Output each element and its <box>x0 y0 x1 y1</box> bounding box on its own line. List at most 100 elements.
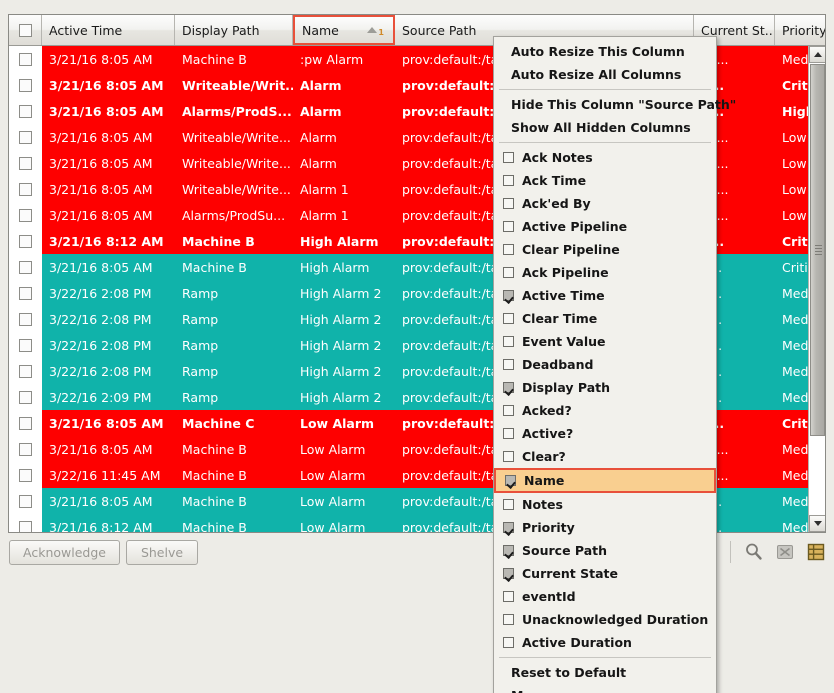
row-checkbox[interactable] <box>19 287 32 300</box>
search-icon[interactable] <box>743 541 765 563</box>
menu-item[interactable]: Current State <box>494 562 716 585</box>
menu-item[interactable]: Active Duration <box>494 631 716 654</box>
checkbox-unchecked-icon[interactable] <box>503 244 514 255</box>
menu-item[interactable]: Clear Time <box>494 307 716 330</box>
row-checkbox[interactable] <box>19 53 32 66</box>
row-checkbox[interactable] <box>19 131 32 144</box>
menu-item[interactable]: Priority <box>494 516 716 539</box>
row-select-cell[interactable] <box>9 72 42 98</box>
row-select-cell[interactable] <box>9 514 42 532</box>
menu-item[interactable]: Source Path <box>494 539 716 562</box>
checkbox-unchecked-icon[interactable] <box>503 359 514 370</box>
row-checkbox[interactable] <box>19 443 32 456</box>
menu-item[interactable]: Clear? <box>494 445 716 468</box>
checkbox-checked-icon[interactable] <box>503 382 514 393</box>
menu-item[interactable]: Active Time <box>494 284 716 307</box>
menu-item[interactable]: Reset to Default <box>494 661 716 684</box>
menu-item[interactable]: Ack Pipeline <box>494 261 716 284</box>
row-checkbox[interactable] <box>19 469 32 482</box>
vertical-scrollbar[interactable] <box>808 46 825 532</box>
row-checkbox[interactable] <box>19 339 32 352</box>
column-header-active-time[interactable]: Active Time <box>42 15 175 45</box>
row-select-cell[interactable] <box>9 384 42 410</box>
scroll-down-button[interactable] <box>809 515 826 532</box>
menu-item[interactable]: Ack Notes <box>494 146 716 169</box>
menu-item[interactable]: Deadband <box>494 353 716 376</box>
row-checkbox[interactable] <box>19 391 32 404</box>
scrollbar-thumb[interactable] <box>810 64 825 436</box>
checkbox-checked-icon[interactable] <box>503 522 514 533</box>
menu-item[interactable]: Hide This Column "Source Path" <box>494 93 716 116</box>
row-checkbox[interactable] <box>19 183 32 196</box>
checkbox-unchecked-icon[interactable] <box>503 451 514 462</box>
checkbox-unchecked-icon[interactable] <box>503 614 514 625</box>
row-select-cell[interactable] <box>9 332 42 358</box>
menu-item[interactable]: Ack Time <box>494 169 716 192</box>
column-header-name[interactable]: Name1 <box>293 15 395 45</box>
row-checkbox[interactable] <box>19 105 32 118</box>
row-checkbox[interactable] <box>19 365 32 378</box>
row-checkbox[interactable] <box>19 209 32 222</box>
checkbox-unchecked-icon[interactable] <box>503 591 514 602</box>
checkbox-unchecked-icon[interactable] <box>503 267 514 278</box>
scrollbar-track[interactable] <box>809 63 826 515</box>
row-select-cell[interactable] <box>9 306 42 332</box>
acknowledge-button[interactable]: Acknowledge <box>9 540 120 565</box>
menu-item[interactable]: Active? <box>494 422 716 445</box>
row-select-cell[interactable] <box>9 98 42 124</box>
checkbox-unchecked-icon[interactable] <box>503 499 514 510</box>
select-all-checkbox[interactable] <box>19 24 32 37</box>
menu-item[interactable]: Unacknowledged Duration <box>494 608 716 631</box>
checkbox-unchecked-icon[interactable] <box>503 152 514 163</box>
checkbox-unchecked-icon[interactable] <box>503 313 514 324</box>
checkbox-checked-icon[interactable] <box>505 475 516 486</box>
checkbox-checked-icon[interactable] <box>503 290 514 301</box>
row-select-cell[interactable] <box>9 228 42 254</box>
row-select-cell[interactable] <box>9 410 42 436</box>
menu-item[interactable]: Acked? <box>494 399 716 422</box>
row-checkbox[interactable] <box>19 521 32 533</box>
checkbox-unchecked-icon[interactable] <box>503 428 514 439</box>
checkbox-checked-icon[interactable] <box>503 545 514 556</box>
shelve-button[interactable]: Shelve <box>126 540 198 565</box>
checkbox-unchecked-icon[interactable] <box>503 405 514 416</box>
row-select-cell[interactable] <box>9 202 42 228</box>
menu-item[interactable]: Name <box>494 468 716 493</box>
checkbox-checked-icon[interactable] <box>503 568 514 579</box>
row-checkbox[interactable] <box>19 235 32 248</box>
menu-item[interactable]: Auto Resize This Column <box>494 40 716 63</box>
filter-disabled-icon[interactable] <box>774 541 796 563</box>
menu-item[interactable]: Event Value <box>494 330 716 353</box>
menu-item[interactable]: Ack'ed By <box>494 192 716 215</box>
row-select-cell[interactable] <box>9 46 42 72</box>
row-checkbox[interactable] <box>19 313 32 326</box>
row-select-cell[interactable] <box>9 150 42 176</box>
checkbox-unchecked-icon[interactable] <box>503 175 514 186</box>
checkbox-unchecked-icon[interactable] <box>503 221 514 232</box>
row-select-cell[interactable] <box>9 254 42 280</box>
row-checkbox[interactable] <box>19 157 32 170</box>
row-checkbox[interactable] <box>19 495 32 508</box>
row-checkbox[interactable] <box>19 417 32 430</box>
menu-item[interactable]: Active Pipeline <box>494 215 716 238</box>
menu-item[interactable]: eventId <box>494 585 716 608</box>
column-header-priority[interactable]: Priority <box>775 15 826 45</box>
row-select-cell[interactable] <box>9 462 42 488</box>
row-checkbox[interactable] <box>19 261 32 274</box>
checkbox-unchecked-icon[interactable] <box>503 336 514 347</box>
menu-item[interactable]: More... <box>494 684 716 693</box>
menu-item[interactable]: Auto Resize All Columns <box>494 63 716 86</box>
row-select-cell[interactable] <box>9 436 42 462</box>
column-header-select-all[interactable] <box>9 15 42 45</box>
checkbox-unchecked-icon[interactable] <box>503 637 514 648</box>
shelf-icon[interactable] <box>805 541 827 563</box>
column-header-display-path[interactable]: Display Path <box>175 15 293 45</box>
menu-item[interactable]: Display Path <box>494 376 716 399</box>
row-select-cell[interactable] <box>9 176 42 202</box>
menu-item[interactable]: Clear Pipeline <box>494 238 716 261</box>
row-select-cell[interactable] <box>9 488 42 514</box>
checkbox-unchecked-icon[interactable] <box>503 198 514 209</box>
row-select-cell[interactable] <box>9 124 42 150</box>
menu-item[interactable]: Notes <box>494 493 716 516</box>
scroll-up-button[interactable] <box>809 46 826 63</box>
